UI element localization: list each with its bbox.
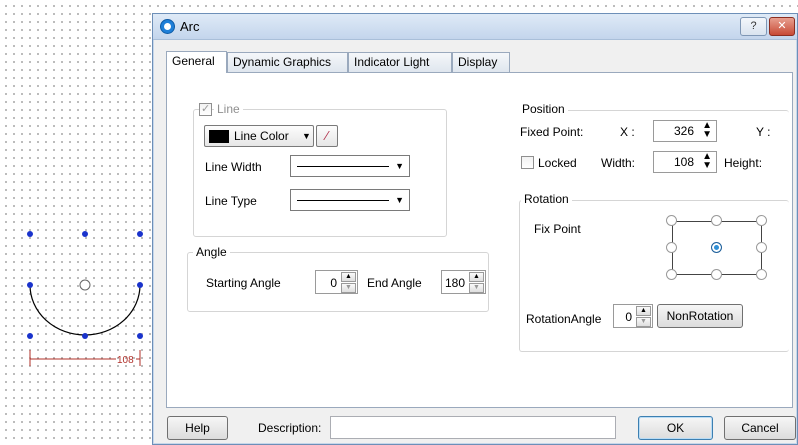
width-label: Width: [601, 156, 636, 170]
line-checkbox-label: Line [214, 102, 243, 116]
selection-handle [82, 231, 88, 237]
line-width-label: Line Width [205, 160, 262, 174]
app-icon [160, 19, 175, 34]
cancel-button[interactable]: Cancel [724, 416, 796, 440]
line-width-dropdown[interactable]: ▼ [290, 155, 410, 177]
position-group-title: Position [519, 102, 568, 116]
fix-point-middle-right[interactable] [756, 242, 767, 253]
x-spinner[interactable]: 326 ▲ ▼ [653, 120, 717, 142]
selection-handle [27, 333, 33, 339]
spin-arrows-icon[interactable]: ▲ ▼ [702, 152, 712, 171]
width-value: 108 [673, 155, 694, 169]
fix-point-center[interactable] [711, 242, 722, 253]
fix-point-top-right[interactable] [756, 215, 767, 226]
selection-handle [82, 333, 88, 339]
spin-down-icon[interactable]: ▼ [469, 283, 484, 293]
chevron-down-icon: ▼ [302, 131, 311, 141]
selection-handle [27, 282, 33, 288]
rotation-group-title: Rotation [521, 192, 572, 206]
position-group: Position Fixed Point: X : 326 ▲ ▼ Y : Loc… [519, 102, 789, 188]
rotation-angle-value: 0 [625, 310, 632, 324]
x-label: X : [620, 125, 635, 139]
end-angle-label: End Angle [367, 276, 422, 290]
fix-point-bottom-center[interactable] [711, 269, 722, 280]
height-label: Height: [724, 156, 763, 170]
arc-shape [29, 284, 141, 336]
titlebar-help-button[interactable]: ? [740, 17, 767, 36]
spin-up-icon[interactable]: ▲ [636, 306, 651, 316]
starting-angle-label: Starting Angle [206, 276, 281, 290]
rotation-angle-label: RotationAngle [526, 312, 602, 326]
fix-point-bottom-right[interactable] [756, 269, 767, 280]
dialog-title: Arc [180, 19, 200, 34]
general-panel: Line Line Color ▼ ⁄ Line Width ▼ Line Ty… [166, 72, 793, 408]
fix-point-top-center[interactable] [711, 215, 722, 226]
locked-checkbox[interactable] [521, 156, 534, 169]
selection-handle [137, 231, 143, 237]
fix-point-selector[interactable] [662, 211, 772, 285]
tab-dynamic-graphics[interactable]: Dynamic Graphics [227, 52, 348, 72]
nonrotation-button[interactable]: NonRotation [657, 304, 743, 328]
arc-dialog: Arc ? ✕ General Dynamic Graphics Indicat… [152, 13, 798, 445]
width-spinner[interactable]: 108 ▲ ▼ [653, 151, 717, 173]
fixed-point-label: Fixed Point: [520, 125, 584, 139]
ok-button[interactable]: OK [638, 416, 713, 440]
y-label: Y : [756, 125, 771, 139]
locked-label: Locked [538, 156, 577, 170]
line-group: Line Line Color ▼ ⁄ Line Width ▼ Line Ty… [193, 102, 447, 237]
spin-down-icon[interactable]: ▼ [341, 283, 356, 293]
rotation-group: Rotation Fix Point RotationAngle 0 ▲ ▼ N… [519, 192, 789, 352]
line-color-swatch [209, 130, 229, 143]
line-color-label: Line Color [234, 129, 289, 143]
x-value: 326 [673, 124, 694, 138]
angle-group: Angle Starting Angle 0 ▲ ▼ End Angle 180… [187, 245, 489, 312]
tab-indicator-light[interactable]: Indicator Light [348, 52, 452, 72]
line-type-label: Line Type [205, 194, 257, 208]
line-checkbox[interactable] [199, 102, 212, 116]
description-label: Description: [258, 421, 322, 435]
starting-angle-value: 0 [330, 276, 337, 290]
rotation-center-handle [79, 279, 91, 291]
close-button[interactable]: ✕ [769, 17, 795, 36]
spin-up-icon[interactable]: ▲ [469, 272, 484, 282]
selection-handle [137, 282, 143, 288]
chevron-down-icon: ▼ [395, 161, 404, 171]
spin-down-icon[interactable]: ▼ [636, 317, 651, 327]
color-picker-icon[interactable]: ⁄ [316, 125, 338, 147]
starting-angle-spinner[interactable]: 0 ▲ ▼ [315, 270, 358, 294]
chevron-down-icon: ▼ [395, 195, 404, 205]
description-field[interactable] [330, 416, 616, 439]
end-angle-spinner[interactable]: 180 ▲ ▼ [441, 270, 486, 294]
selection-handle [27, 231, 33, 237]
title-bar: Arc ? ✕ [153, 14, 797, 40]
spin-arrows-icon[interactable]: ▲ ▼ [702, 121, 712, 140]
fix-point-bottom-left[interactable] [666, 269, 677, 280]
help-button[interactable]: Help [167, 416, 228, 440]
fix-point-top-left[interactable] [666, 215, 677, 226]
fix-point-middle-left[interactable] [666, 242, 677, 253]
line-color-dropdown[interactable]: Line Color ▼ [204, 125, 314, 147]
line-type-dropdown[interactable]: ▼ [290, 189, 410, 211]
selection-handle [137, 333, 143, 339]
dimension-label: 108 [117, 355, 134, 366]
tab-display[interactable]: Display [452, 52, 510, 72]
end-angle-value: 180 [444, 276, 465, 290]
tab-general[interactable]: General [166, 51, 227, 73]
fix-point-label: Fix Point [534, 222, 581, 236]
rotation-angle-spinner[interactable]: 0 ▲ ▼ [613, 304, 653, 328]
angle-group-title: Angle [193, 245, 230, 259]
spin-up-icon[interactable]: ▲ [341, 272, 356, 282]
